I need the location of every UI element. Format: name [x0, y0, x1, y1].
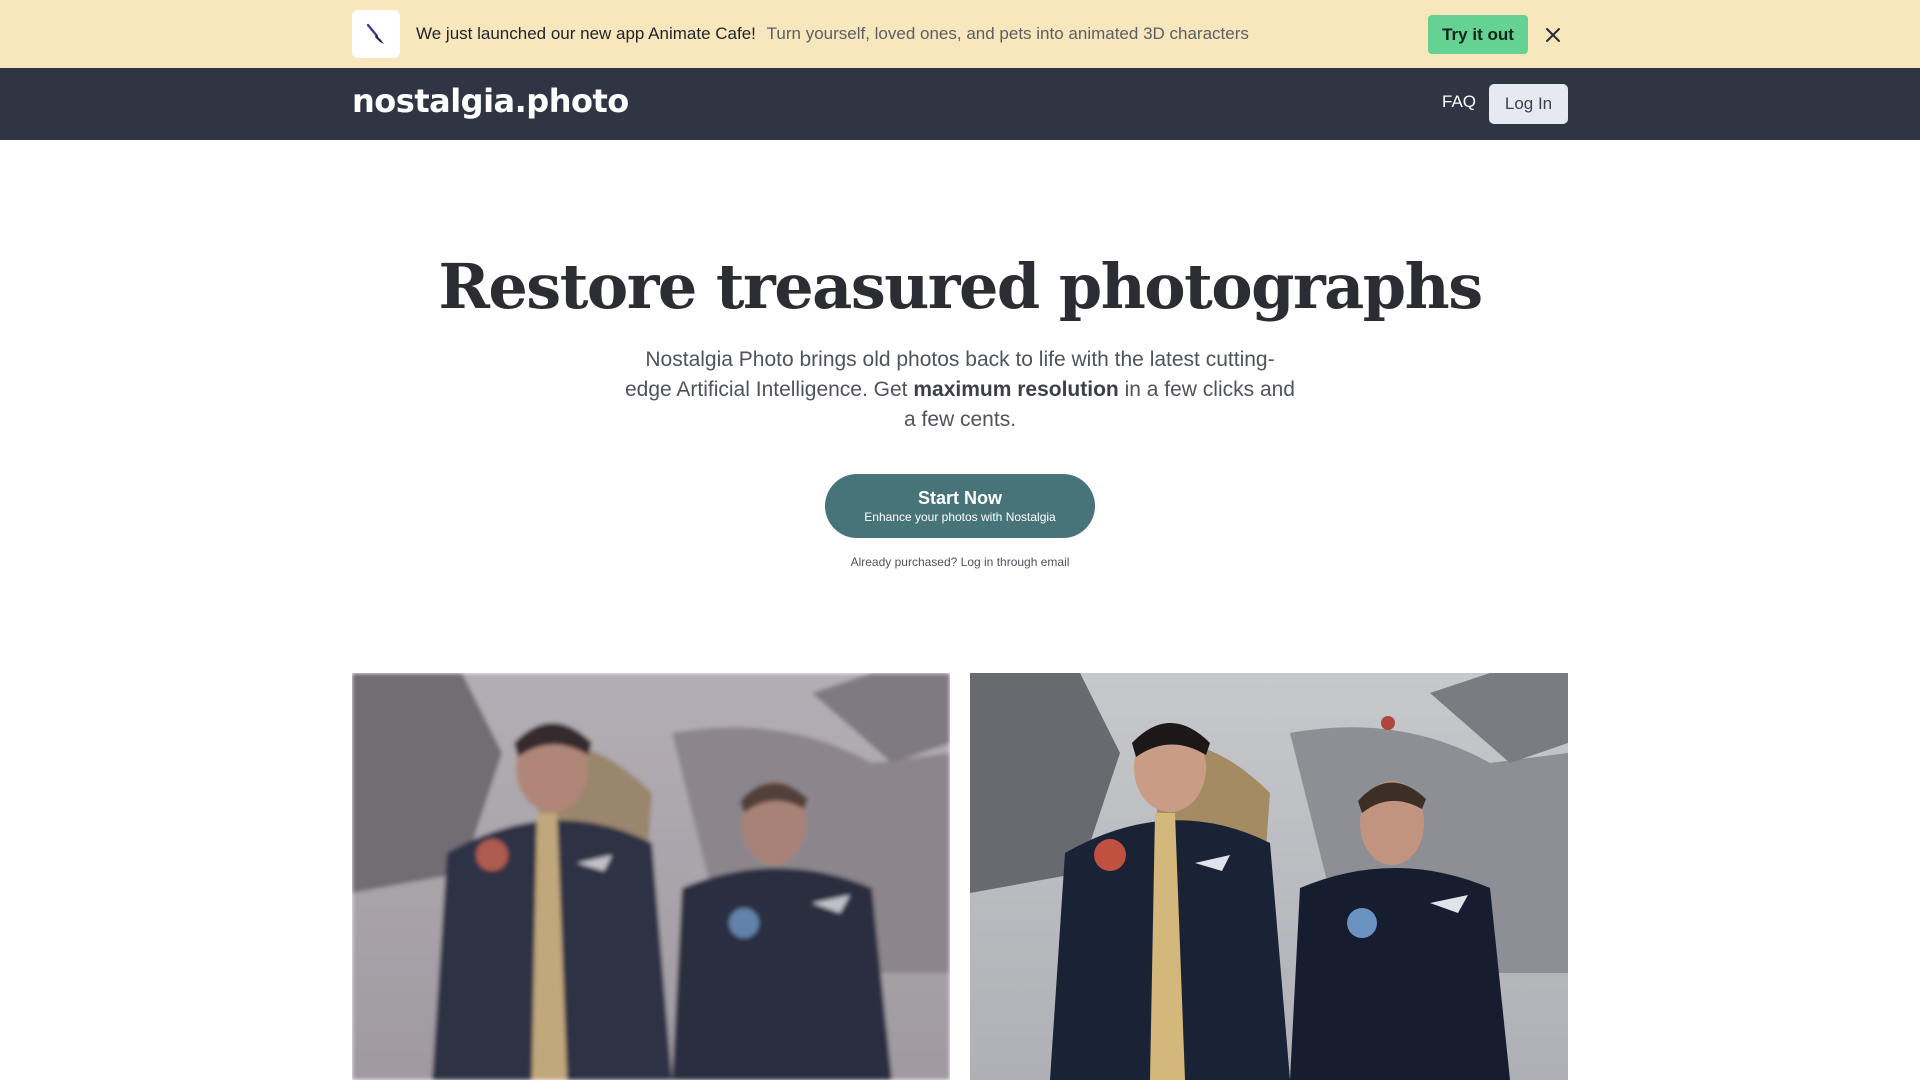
login-button[interactable]: Log In: [1489, 84, 1568, 124]
hero-subtitle: Nostalgia Photo brings old photos back t…: [624, 345, 1296, 435]
hero-title: Restore treasured photographs: [438, 250, 1483, 323]
banner-description: Turn yourself, loved ones, and pets into…: [766, 24, 1249, 43]
announcement-banner: We just launched our new app Animate Caf…: [0, 0, 1920, 68]
close-icon[interactable]: [1540, 22, 1566, 48]
site-logo[interactable]: nostalgia.photo: [352, 82, 629, 120]
brush-icon: [352, 10, 400, 58]
hero-subtitle-highlight: maximum resolution: [913, 378, 1119, 401]
before-photo: [352, 673, 950, 1080]
faq-link[interactable]: FAQ: [1442, 92, 1476, 112]
start-now-sublabel: Enhance your photos with Nostalgia: [864, 509, 1056, 524]
login-via-email-link[interactable]: Already purchased? Log in through email: [0, 555, 1920, 569]
banner-headline: We just launched our new app Animate Caf…: [416, 24, 756, 43]
after-photo: [970, 673, 1568, 1080]
start-now-label: Start Now: [917, 487, 1002, 508]
site-header: nostalgia.photo FAQ Log In: [0, 68, 1920, 140]
try-it-out-button[interactable]: Try it out: [1428, 15, 1528, 54]
start-now-button[interactable]: Start Now Enhance your photos with Nosta…: [825, 474, 1095, 538]
